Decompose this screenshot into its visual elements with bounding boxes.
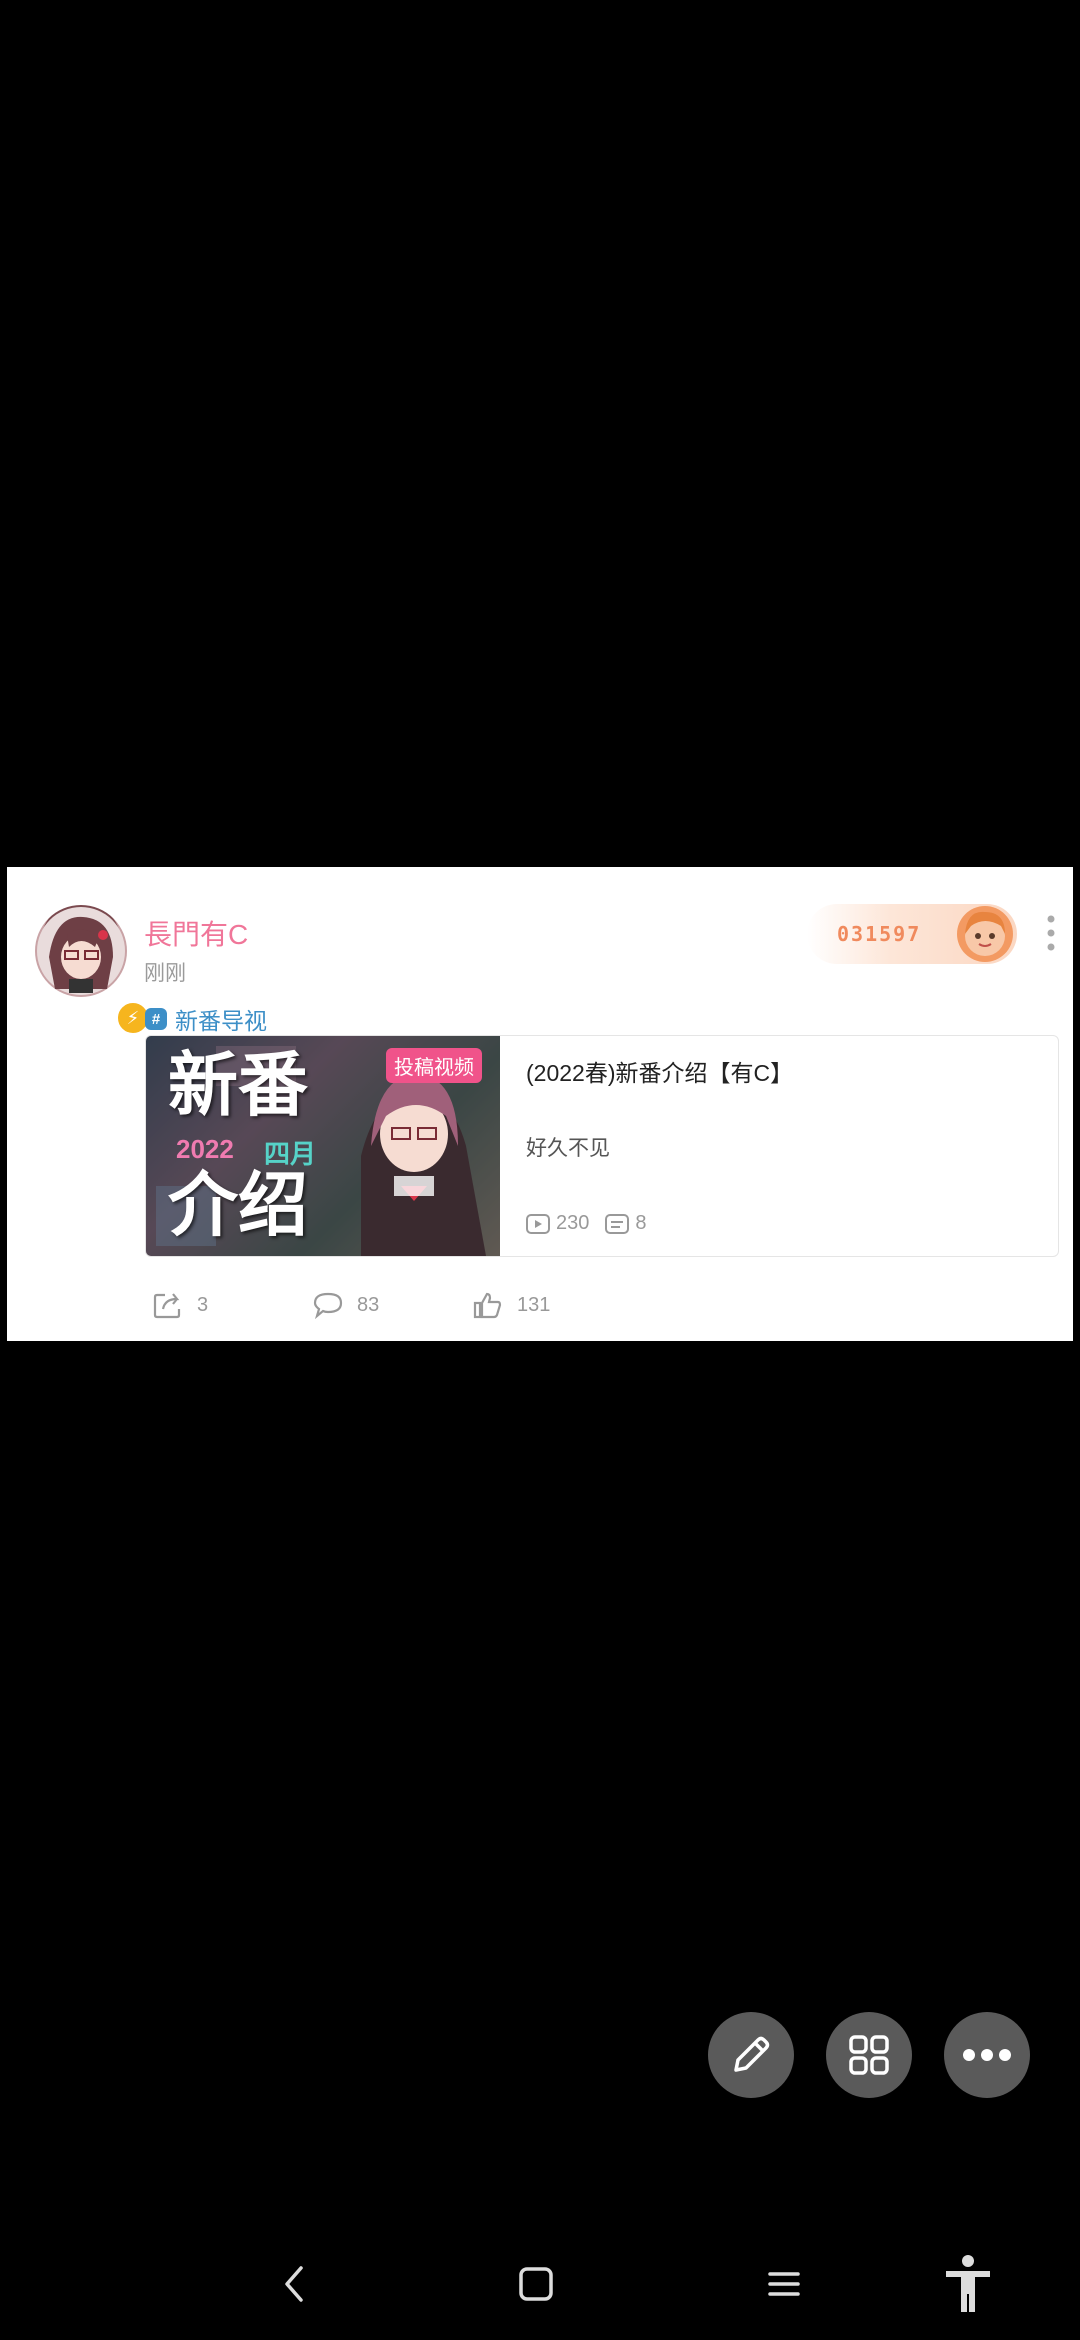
video-stats: 230 8 (526, 1212, 663, 1235)
play-count: 230 (526, 1212, 589, 1235)
recents-icon (768, 2272, 800, 2296)
grid-icon (849, 2035, 889, 2075)
topic-label: 新番导视 (175, 1008, 267, 1034)
share-icon (153, 1293, 181, 1319)
nav-back-button[interactable] (264, 2254, 324, 2314)
more-vertical-icon[interactable] (1041, 913, 1061, 953)
home-icon (519, 2267, 553, 2301)
edit-icon (734, 2036, 770, 2072)
like-button[interactable]: 131 (473, 1285, 550, 1325)
share-count: 3 (197, 1293, 209, 1316)
share-button[interactable]: 3 (153, 1285, 208, 1325)
dynamic-post-card[interactable]: ⚡ 長門有C 刚刚 031597 # 新番导视 新番 2022 四月 介绍 投稿… (7, 867, 1073, 1341)
comment-icon (313, 1292, 343, 1319)
danmaku-icon (605, 1213, 630, 1234)
cover-title-line2: 介绍 (168, 1164, 308, 1246)
fan-number: 031597 (837, 922, 922, 946)
video-cover[interactable]: 新番 2022 四月 介绍 投稿视频 (146, 1036, 500, 1256)
comment-count: 83 (357, 1293, 380, 1316)
fan-badge-character-icon (957, 906, 1013, 962)
video-card[interactable]: 新番 2022 四月 介绍 投稿视频 (2022春)新番介绍【有C】 好久不见 … (145, 1035, 1059, 1257)
username[interactable]: 長門有C (144, 913, 248, 953)
nav-accessibility-button[interactable] (938, 2254, 998, 2314)
more-fab[interactable] (944, 2012, 1030, 2098)
more-icon (963, 2049, 1011, 2061)
back-icon (285, 2266, 303, 2302)
video-description: 好久不见 (526, 1137, 610, 1160)
avatar[interactable]: ⚡ (35, 905, 151, 1036)
danmaku-count-value: 8 (635, 1212, 647, 1234)
avatar-illustration (37, 907, 125, 995)
play-count-value: 230 (556, 1212, 590, 1234)
cover-title-line1: 新番 (168, 1044, 308, 1126)
nav-recents-button[interactable] (754, 2254, 814, 2314)
play-icon (526, 1213, 550, 1234)
grid-fab[interactable] (826, 2012, 912, 2098)
fan-badge[interactable]: 031597 (807, 904, 1017, 964)
thumbs-up-icon (473, 1292, 502, 1319)
post-actions: 3 83 131 (153, 1285, 753, 1325)
cover-tag: 投稿视频 (386, 1048, 482, 1083)
comment-button[interactable]: 83 (313, 1285, 379, 1325)
post-time: 刚刚 (144, 962, 186, 985)
cover-year: 2022 (176, 1134, 234, 1164)
topic-tag[interactable]: # 新番导视 (145, 1002, 267, 1036)
nav-home-button[interactable] (506, 2254, 566, 2314)
video-title[interactable]: (2022春)新番介绍【有C】 (526, 1054, 793, 1088)
danmaku-count: 8 (605, 1212, 647, 1235)
hash-icon: # (145, 1008, 167, 1030)
edit-fab[interactable] (708, 2012, 794, 2098)
accessibility-icon (946, 2255, 990, 2312)
like-count: 131 (517, 1293, 551, 1316)
